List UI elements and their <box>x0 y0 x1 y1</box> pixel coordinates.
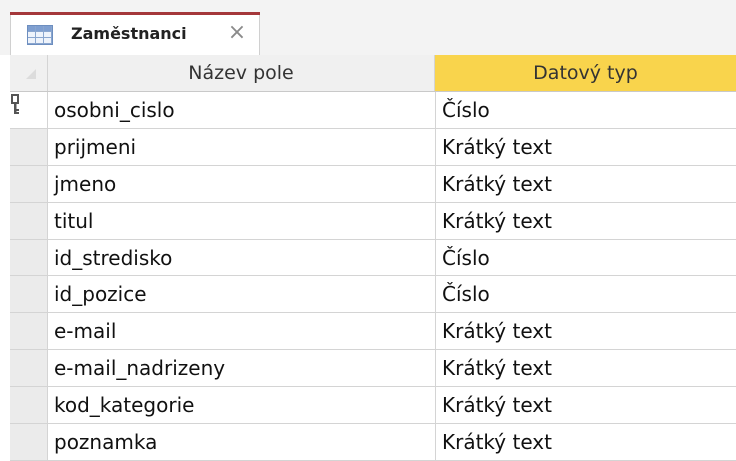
tab-active-indicator <box>10 12 260 15</box>
table-row[interactable]: id_stredisko Číslo <box>10 239 736 277</box>
close-icon[interactable]: × <box>225 20 249 46</box>
primary-key-icon <box>11 94 19 114</box>
field-name-cell[interactable]: e-mail_nadrizeny <box>54 350 429 386</box>
field-name-cell[interactable]: kod_kategorie <box>54 387 429 423</box>
data-type-cell[interactable]: Krátký text <box>435 165 736 202</box>
table-row[interactable]: e-mail Krátký text <box>10 313 736 351</box>
data-type-cell[interactable]: Číslo <box>435 276 736 313</box>
row-selector[interactable] <box>10 128 48 165</box>
data-type-cell[interactable]: Číslo <box>435 92 736 128</box>
table-row[interactable]: titul Krátký text <box>10 202 736 240</box>
row-selector[interactable] <box>10 387 48 424</box>
grid-header: Název pole Datový typ <box>10 55 736 92</box>
table-icon <box>27 25 53 45</box>
header-data-type[interactable]: Datový typ <box>435 55 736 91</box>
table-row[interactable]: osobni_cislo Číslo <box>10 92 736 129</box>
data-type-cell[interactable]: Krátký text <box>435 424 736 460</box>
data-type-cell[interactable]: Krátký text <box>435 202 736 239</box>
tab-title: Zaměstnanci <box>71 24 187 43</box>
field-name-cell[interactable]: osobni_cislo <box>54 92 429 128</box>
data-type-cell[interactable]: Krátký text <box>435 350 736 387</box>
field-name-cell[interactable]: e-mail <box>54 313 429 349</box>
field-name-cell[interactable]: id_stredisko <box>54 240 429 276</box>
row-selector[interactable] <box>10 92 48 128</box>
row-selector[interactable] <box>10 165 48 202</box>
row-selector[interactable] <box>10 424 48 460</box>
table-row[interactable]: prijmeni Krátký text <box>10 128 736 166</box>
document-tab-strip: Zaměstnanci × <box>0 0 736 55</box>
row-selector[interactable] <box>10 276 48 313</box>
data-type-cell[interactable]: Krátký text <box>435 313 736 350</box>
row-selector[interactable] <box>10 313 48 350</box>
select-all-corner[interactable] <box>10 55 48 91</box>
field-name-cell[interactable]: id_pozice <box>54 276 429 312</box>
row-selector[interactable] <box>10 239 48 276</box>
field-name-cell[interactable]: poznamka <box>54 424 429 460</box>
table-row[interactable]: e-mail_nadrizeny Krátký text <box>10 350 736 388</box>
table-row[interactable]: kod_kategorie Krátký text <box>10 387 736 425</box>
data-type-cell[interactable]: Krátký text <box>435 387 736 424</box>
field-name-cell[interactable]: jmeno <box>54 166 429 202</box>
row-selector[interactable] <box>10 350 48 387</box>
field-name-cell[interactable]: titul <box>54 203 429 239</box>
table-row[interactable]: id_pozice Číslo <box>10 276 736 314</box>
row-selector[interactable] <box>10 202 48 239</box>
data-type-cell[interactable]: Číslo <box>435 239 736 276</box>
table-row[interactable]: poznamka Krátký text <box>10 424 736 461</box>
table-tab[interactable]: Zaměstnanci × <box>10 12 260 55</box>
grid-rows: osobni_cislo Číslo prijmeni Krátký text jmen… <box>10 92 736 461</box>
table-row[interactable]: jmeno Krátký text <box>10 165 736 203</box>
data-type-cell[interactable]: Krátký text <box>435 128 736 165</box>
header-field-name[interactable]: Název pole <box>48 55 435 91</box>
field-name-cell[interactable]: prijmeni <box>54 129 429 165</box>
design-grid: Název pole Datový typ osobni_cislo Číslo p… <box>10 55 736 461</box>
